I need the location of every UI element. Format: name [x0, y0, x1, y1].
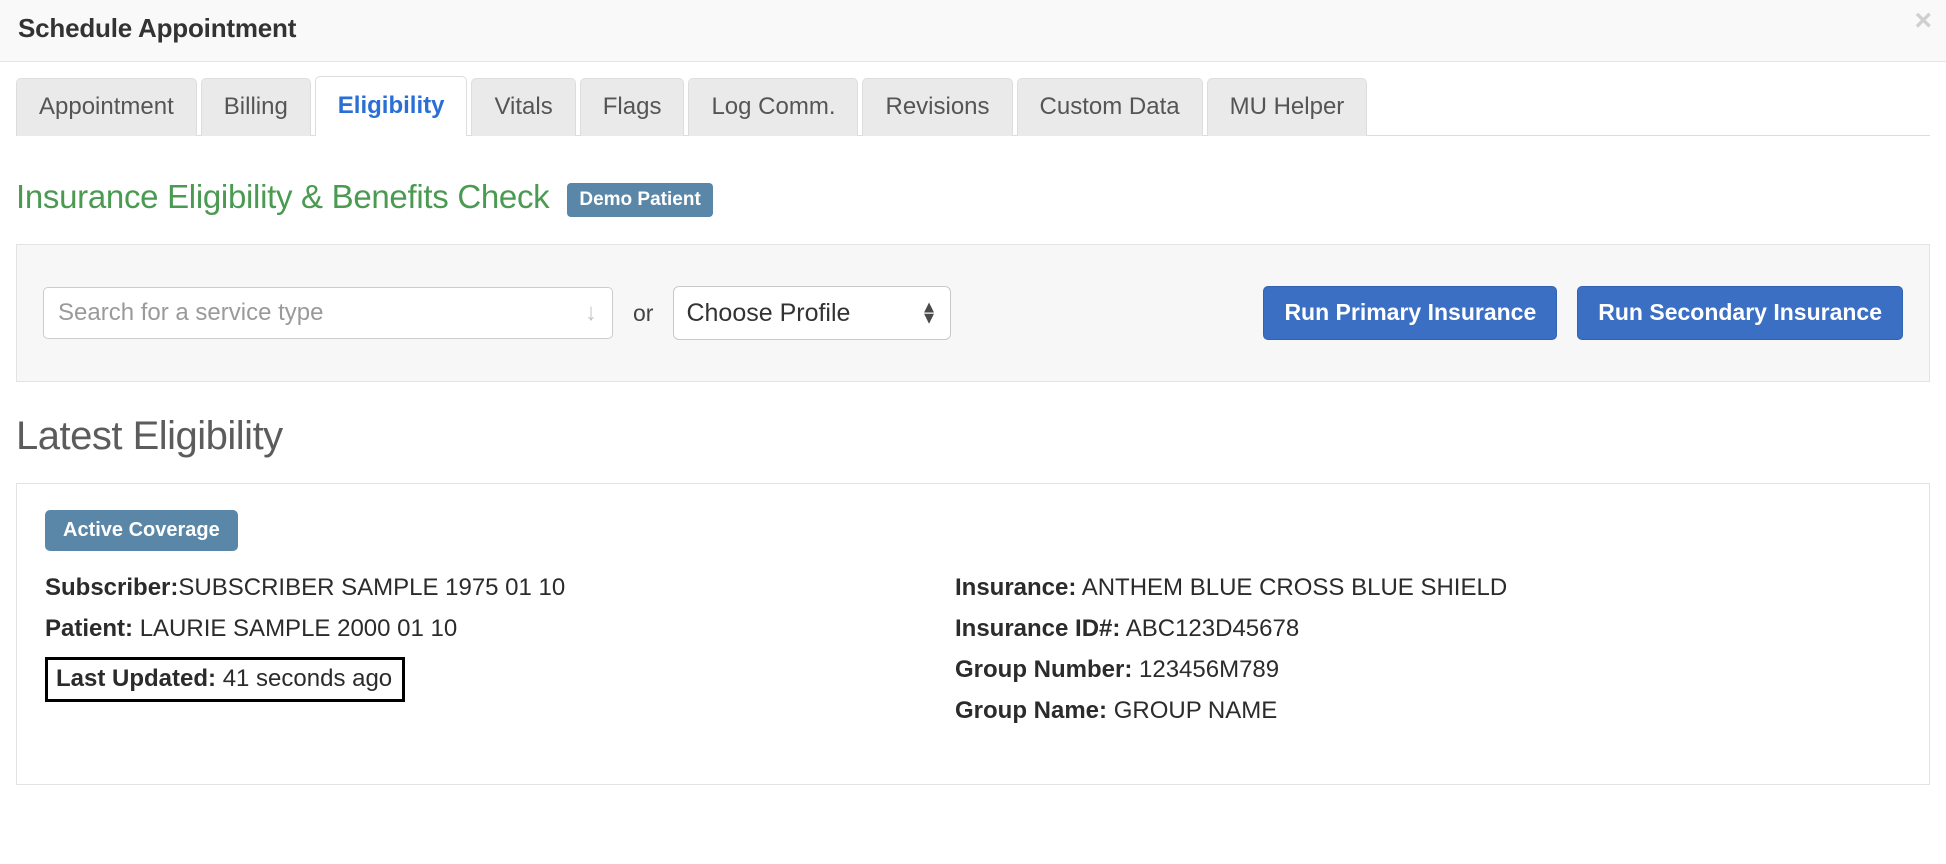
subscriber-info-value: 41 seconds ago: [222, 665, 393, 692]
tab-revisions[interactable]: Revisions: [862, 78, 1013, 136]
eligibility-details: Subscriber:SUBSCRIBER SAMPLE 1975 01 10 P…: [45, 573, 1901, 737]
eligibility-result-card: Active Coverage Subscriber:SUBSCRIBER SA…: [16, 483, 1930, 785]
tab-vitals[interactable]: Vitals: [471, 78, 576, 136]
tab-log-comm[interactable]: Log Comm.: [688, 78, 859, 136]
insurance-info-label: Group Number:: [955, 656, 1133, 683]
subscriber-info-label: Patient:: [45, 615, 134, 642]
modal-header: Schedule Appointment ×: [0, 0, 1946, 62]
choose-profile-select[interactable]: Choose Profile: [673, 286, 952, 340]
insurance-info-value: GROUP NAME: [1113, 697, 1278, 724]
insurance-info-line: Group Number: 123456M789: [955, 655, 1901, 685]
tab-appointment[interactable]: Appointment: [16, 78, 197, 136]
tab-strip: Appointment Billing Eligibility Vitals Flags…: [0, 76, 1946, 137]
subscriber-info-label: Last Updated:: [56, 665, 217, 692]
status-badge[interactable]: Active Coverage: [45, 510, 238, 551]
insurance-info-line: Insurance: ANTHEM BLUE CROSS BLUE SHIELD: [955, 573, 1901, 603]
insurance-info-line: Group Name: GROUP NAME: [955, 696, 1901, 726]
tab-list: Appointment Billing Eligibility Vitals Flags…: [16, 76, 1946, 137]
insurance-info-line: Insurance ID#: ABC123D45678: [955, 614, 1901, 644]
subscriber-info-line: Last Updated: 41 seconds ago: [56, 664, 392, 694]
tab-flags[interactable]: Flags: [579, 78, 685, 136]
run-secondary-insurance-button[interactable]: Run Secondary Insurance: [1577, 286, 1903, 340]
insurance-info-label: Group Name:: [955, 697, 1108, 724]
demo-patient-badge: Demo Patient: [567, 183, 713, 217]
page-title: Schedule Appointment: [18, 13, 297, 43]
run-primary-insurance-button[interactable]: Run Primary Insurance: [1263, 286, 1558, 340]
run-buttons-group: Run Primary Insurance Run Secondary Insu…: [1263, 286, 1903, 340]
subscriber-info-line: Patient: LAURIE SAMPLE 2000 01 10: [45, 614, 955, 644]
tab-eligibility[interactable]: Eligibility: [314, 76, 468, 137]
insurance-info-label: Insurance ID#:: [955, 615, 1121, 642]
or-label: or: [633, 299, 654, 326]
section-heading: Insurance Eligibility & Benefits Check D…: [16, 178, 1946, 217]
last-updated-highlight: Last Updated: 41 seconds ago: [45, 657, 406, 702]
profile-select-wrapper: Choose Profile ▲ ▼: [673, 286, 952, 340]
service-type-search: ↓: [43, 287, 613, 339]
insurance-info-value: 123456M789: [1139, 656, 1280, 683]
eligibility-search-panel: ↓ or Choose Profile ▲ ▼ Run Primary Insu…: [16, 244, 1930, 382]
subscriber-info-label: Subscriber:: [45, 574, 179, 601]
insurance-info-value: ANTHEM BLUE CROSS BLUE SHIELD: [1081, 574, 1508, 601]
tab-billing[interactable]: Billing: [200, 78, 311, 136]
close-icon[interactable]: ×: [1914, 6, 1932, 36]
subscriber-info-value: LAURIE SAMPLE 2000 01 10: [139, 615, 458, 642]
search-input[interactable]: [43, 287, 613, 339]
tab-custom-data[interactable]: Custom Data: [1016, 78, 1203, 136]
subscriber-info-line: Subscriber:SUBSCRIBER SAMPLE 1975 01 10: [45, 573, 955, 603]
insurance-info-label: Insurance:: [955, 574, 1077, 601]
subscriber-details-column: Subscriber:SUBSCRIBER SAMPLE 1975 01 10 P…: [45, 573, 955, 737]
section-title: Insurance Eligibility & Benefits Check: [16, 178, 550, 215]
insurance-details-column: Insurance: ANTHEM BLUE CROSS BLUE SHIELD…: [955, 573, 1901, 737]
latest-eligibility-heading: Latest Eligibility: [16, 414, 283, 458]
insurance-info-value: ABC123D45678: [1125, 615, 1300, 642]
subscriber-info-value: SUBSCRIBER SAMPLE 1975 01 10: [178, 574, 566, 601]
tab-mu-helper[interactable]: MU Helper: [1206, 78, 1368, 136]
